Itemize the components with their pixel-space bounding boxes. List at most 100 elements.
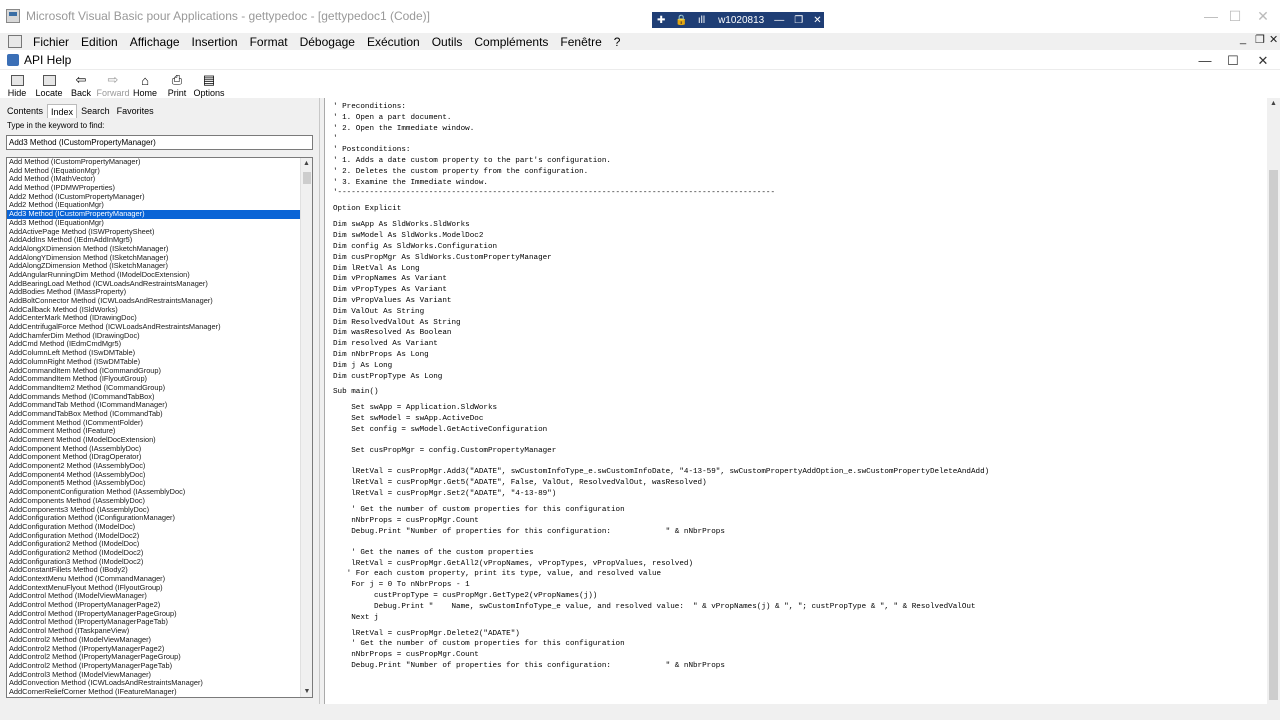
- locate-button-label: Locate: [35, 88, 63, 98]
- keyword-prompt-label: Type in the keyword to find:: [7, 121, 105, 130]
- code-line: Dim resolved As Variant: [333, 340, 438, 349]
- tab-contents[interactable]: Contents: [4, 104, 46, 118]
- remote-session-bar: ✚ 🔒 ıll w1020813 — ❐ ✕: [652, 12, 824, 28]
- locate-button[interactable]: Locate: [34, 70, 64, 98]
- help-title-bar: API Help: [0, 51, 1280, 70]
- scroll-up-icon[interactable]: ▲: [1267, 98, 1280, 110]
- signal-icon: ıll: [697, 14, 706, 26]
- menu-format[interactable]: Format: [244, 35, 294, 49]
- index-list-scrollbar[interactable]: ▲ ▼: [300, 158, 312, 697]
- code-pane-scrollbar[interactable]: ▲: [1267, 98, 1280, 704]
- print-button[interactable]: ⎙ Print: [162, 70, 192, 98]
- mdi-restore-button[interactable]: ❐: [1255, 33, 1265, 46]
- code-line: nNbrProps = cusPropMgr.Count: [333, 651, 479, 660]
- hide-button[interactable]: Hide: [2, 70, 32, 98]
- print-button-label: Print: [167, 88, 187, 98]
- forward-arrow-icon: ⇨: [107, 72, 119, 87]
- code-line: Dim ResolvedValOut As String: [333, 318, 461, 327]
- code-line: ' Get the names of the custom properties: [333, 548, 534, 557]
- code-example: ' Preconditions: ' 1. Open a part documen…: [333, 102, 1263, 672]
- code-line: ' For each custom property, print its ty…: [333, 570, 662, 579]
- help-toolbar: Hide Locate ⇦ Back ⇨ Forward ⌂ Home ⎙ Pr…: [0, 70, 1280, 98]
- code-line: ': [333, 135, 338, 144]
- index-list-items: Add Method (ICustomPropertyManager) Add M…: [7, 158, 300, 697]
- code-line: ' Get the number of custom properties fo…: [333, 640, 625, 649]
- scrollbar-thumb[interactable]: [1269, 170, 1278, 700]
- navigation-tabs: Contents Index Search Favorites: [4, 104, 158, 118]
- menu-debogage[interactable]: Débogage: [294, 35, 361, 49]
- menu-execution[interactable]: Exécution: [361, 35, 426, 49]
- code-line: Sub main(): [333, 388, 379, 397]
- vba-window-title: Microsoft Visual Basic pour Applications…: [26, 9, 430, 23]
- code-line: Debug.Print "Number of properties for th…: [333, 527, 725, 536]
- code-line: Dim wasResolved As Boolean: [333, 329, 452, 338]
- pin-icon[interactable]: ✚: [657, 15, 665, 26]
- options-button[interactable]: ▤ Options: [193, 70, 225, 98]
- remote-close-button[interactable]: ✕: [813, 15, 821, 26]
- code-line: Dim cusPropMgr As SldWorks.CustomPropert…: [333, 253, 552, 262]
- close-icon: ✕: [1257, 7, 1269, 24]
- remote-minimize-button[interactable]: —: [774, 15, 784, 26]
- menu-affichage[interactable]: Affichage: [124, 35, 186, 49]
- code-line: Next j: [333, 613, 379, 622]
- menu-complements[interactable]: Compléments: [468, 35, 554, 49]
- tab-index[interactable]: Index: [47, 104, 78, 118]
- forward-button[interactable]: ⇨ Forward: [96, 70, 130, 98]
- index-list[interactable]: Add Method (ICustomPropertyManager) Add M…: [6, 157, 313, 698]
- code-topic-pane: ' Preconditions: ' 1. Open a part documen…: [324, 98, 1267, 704]
- menu-fichier[interactable]: Fichier: [27, 35, 75, 49]
- code-line: lRetVal = cusPropMgr.Delete2("ADATE"): [333, 629, 520, 638]
- menu-insertion[interactable]: Insertion: [186, 35, 244, 49]
- close-icon: ✕: [1257, 52, 1269, 68]
- scrollbar-thumb[interactable]: [303, 172, 311, 184]
- home-icon: ⌂: [141, 72, 149, 88]
- code-line: ' Preconditions:: [333, 103, 406, 111]
- tab-favorites[interactable]: Favorites: [114, 104, 157, 118]
- options-button-label: Options: [193, 88, 225, 98]
- locate-icon: [41, 72, 57, 88]
- keyword-search-input[interactable]: [6, 135, 313, 150]
- lock-icon: 🔒: [675, 14, 688, 26]
- tab-search[interactable]: Search: [78, 104, 113, 118]
- code-line: Dim custPropType As Long: [333, 372, 443, 381]
- forward-button-label: Forward: [96, 88, 130, 98]
- code-line: Debug.Print " Name, swCustomInfoType_e v…: [333, 602, 976, 611]
- code-line: Dim ValOut As String: [333, 307, 425, 316]
- home-button[interactable]: ⌂ Home: [130, 70, 160, 99]
- code-line: ' 1. Adds a date custom property to the …: [333, 156, 611, 165]
- scroll-down-icon[interactable]: ▼: [301, 686, 312, 697]
- help-maximize-button[interactable]: ☐: [1218, 51, 1248, 70]
- home-button-label: Home: [132, 88, 157, 98]
- help-navigation-pane: Contents Index Search Favorites Type in …: [0, 98, 320, 704]
- code-line: Set swApp = Application.SldWorks: [333, 404, 498, 413]
- code-line: Dim vPropValues As Variant: [333, 296, 452, 305]
- code-line: Dim config As SldWorks.Configuration: [333, 242, 498, 251]
- mdi-close-button[interactable]: ✕: [1269, 33, 1278, 46]
- mdi-minimize-button[interactable]: _: [1240, 33, 1246, 45]
- minimize-icon: —: [1198, 53, 1212, 68]
- system-menu-icon[interactable]: [8, 35, 22, 48]
- menu-help[interactable]: ?: [608, 35, 627, 49]
- menu-outils[interactable]: Outils: [426, 35, 469, 49]
- code-line: custPropType = cusPropMgr.GetType2(vProp…: [333, 591, 598, 600]
- code-line: Debug.Print "Number of properties for th…: [333, 661, 725, 670]
- menu-edition[interactable]: Edition: [75, 35, 124, 49]
- code-line: Set config = swModel.GetActiveConfigurat…: [333, 426, 548, 435]
- scroll-up-icon[interactable]: ▲: [301, 158, 312, 169]
- menu-bar: Fichier Edition Affichage Insertion Form…: [0, 33, 1280, 50]
- vba-app-icon: [6, 9, 20, 23]
- help-close-button[interactable]: ✕: [1248, 51, 1278, 70]
- remote-session-name: w1020813: [718, 14, 765, 26]
- maximize-icon: ☐: [1227, 52, 1239, 68]
- vba-close-button[interactable]: ✕: [1240, 0, 1280, 32]
- code-line: lRetVal = cusPropMgr.GetAll2(vPropNames,…: [333, 559, 694, 568]
- back-button[interactable]: ⇦ Back: [66, 70, 96, 98]
- help-minimize-button[interactable]: —: [1190, 51, 1220, 70]
- menu-fenetre[interactable]: Fenêtre: [554, 35, 607, 49]
- hide-icon: [9, 72, 25, 88]
- code-line: lRetVal = cusPropMgr.Add3("ADATE", swCus…: [333, 468, 990, 477]
- back-button-label: Back: [70, 88, 91, 98]
- index-list-item[interactable]: AddCornerReliefCorner Method (IFeatureMa…: [7, 687, 300, 697]
- options-icon: ▤: [202, 72, 216, 87]
- remote-restore-button[interactable]: ❐: [794, 15, 803, 26]
